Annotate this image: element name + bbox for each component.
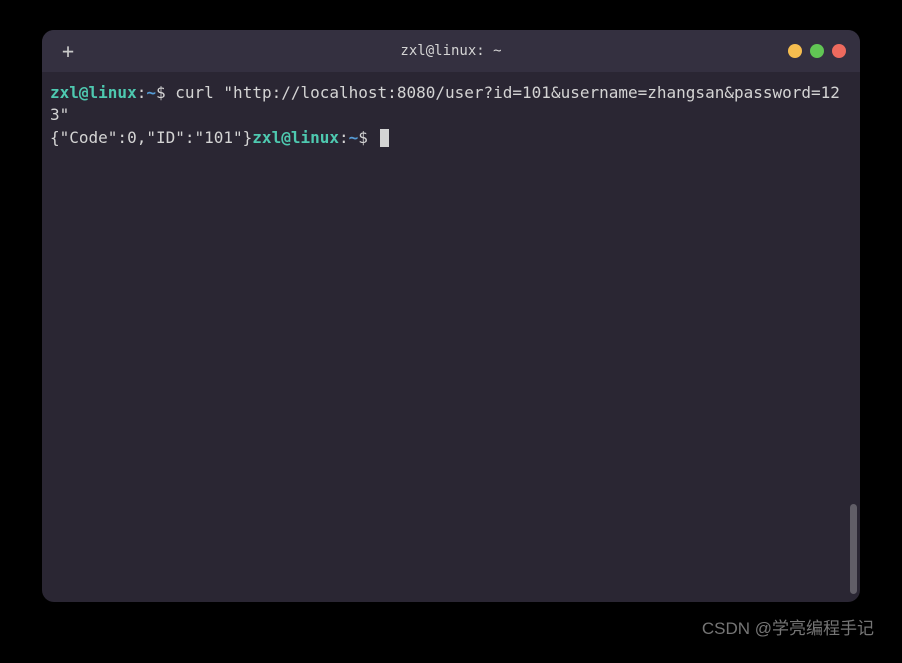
- prompt-separator: :: [137, 83, 147, 102]
- prompt-dollar: $: [358, 128, 368, 147]
- new-tab-button[interactable]: +: [56, 39, 80, 63]
- scrollbar-thumb[interactable]: [850, 504, 857, 594]
- prompt-path: ~: [146, 83, 156, 102]
- terminal-line-1: zxl@linux:~$ curl "http://localhost:8080…: [50, 82, 852, 127]
- window-controls: [788, 44, 846, 58]
- terminal-body[interactable]: zxl@linux:~$ curl "http://localhost:8080…: [42, 72, 860, 602]
- close-button[interactable]: [832, 44, 846, 58]
- titlebar-right-controls: [758, 44, 846, 58]
- output-text: {"Code":0,"ID":"101"}: [50, 128, 252, 147]
- command-text: curl "http://localhost:8080/user?id=101&…: [50, 83, 840, 124]
- window-title: zxl@linux: ~: [400, 43, 501, 59]
- cursor: [380, 129, 389, 147]
- prompt-path: ~: [349, 128, 359, 147]
- terminal-line-2: {"Code":0,"ID":"101"}zxl@linux:~$: [50, 127, 852, 149]
- maximize-button[interactable]: [810, 44, 824, 58]
- title-bar: + zxl@linux: ~: [42, 30, 860, 72]
- prompt-user-host: zxl@linux: [50, 83, 137, 102]
- minimize-button[interactable]: [788, 44, 802, 58]
- terminal-window: + zxl@linux: ~: [42, 30, 860, 602]
- prompt-user-host: zxl@linux: [252, 128, 339, 147]
- prompt-dollar: $: [156, 83, 166, 102]
- watermark-text: CSDN @学亮编程手记: [702, 614, 874, 639]
- prompt-separator: :: [339, 128, 349, 147]
